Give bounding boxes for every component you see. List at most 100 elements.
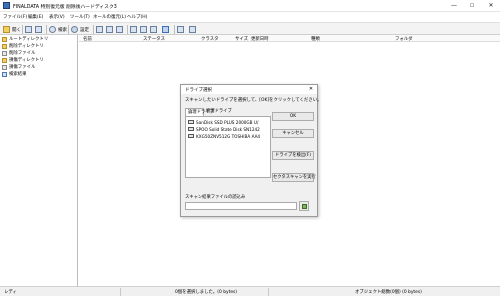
column-size[interactable]: サイズ [235,36,248,42]
status-bar: レディ 0個を選択しました。(0 bytes) オブジェクト総数(0個) (0 … [0,286,500,296]
status-total: オブジェクト総数(0個) (0 bytes) [355,290,422,295]
status-ready: レディ [4,290,17,295]
open-button[interactable]: 開く [3,25,21,34]
file-icon [2,50,7,56]
toolbar-divider [174,25,175,34]
save-icon [25,26,32,33]
list-icon [150,26,157,33]
open-file-icon [302,204,307,209]
menu-recovery[interactable]: ネールの復元(L) [93,14,126,20]
app-icon [3,2,10,9]
drive-tabs: 論理ドライブ 物理ドライブ [185,108,271,116]
column-folder[interactable]: フォルダ [395,36,413,42]
sector-scan-button[interactable]: セクタスキャンを実行 [272,173,316,182]
tree-item-damaged-dirs[interactable]: 損傷ディレクトリ [2,57,44,63]
hard-drive-icon [188,134,194,138]
drive-item[interactable]: KXG50ZNV512G TOSHIBA AA4 [188,133,270,139]
drive-item[interactable]: SPOO Solid State Disk SN1242 [188,126,270,132]
large-icons-button[interactable] [130,25,139,34]
column-status[interactable]: ステータス [143,36,165,42]
copy-button[interactable] [35,25,44,34]
tree-item-deleted-files[interactable]: 削除ファイル [2,50,35,56]
folder-icon [2,57,7,63]
small-icons-button[interactable] [140,25,149,34]
drive-select-dialog: ドライブ選択 ✕ スキャンしたいドライブを選択して、[OK]をクリックしてくださ… [180,84,322,217]
settings-button[interactable]: 設定 [71,25,89,34]
copy-icon [35,26,42,33]
folder-icon [2,36,7,42]
column-name[interactable]: 名前 [83,36,92,42]
search-icon [2,71,7,77]
view-button-3[interactable] [116,25,125,34]
tree-item-label: 削除ディレクトリ [9,44,44,49]
view-button-1[interactable] [96,25,105,34]
dialog-instruction: スキャンしたいドライブを選択して、[OK]をクリックしてください。 [185,98,322,103]
dialog-close-button[interactable]: ✕ [307,86,315,93]
toolbar-divider [46,25,47,34]
minimize-button[interactable]: — [448,2,460,10]
list-view-button[interactable] [150,25,159,34]
tree-item-label: 損傷ディレクトリ [9,58,44,63]
drive-item[interactable]: SanDisk SSD PLUS 2000GB U/ [188,119,270,125]
tree-item-deleted-dirs[interactable]: 削除ディレクトリ [2,43,44,49]
details-view-button[interactable] [162,25,171,34]
hard-drive-icon [188,127,194,131]
folder-icon [2,43,7,49]
network-icon [96,26,103,33]
menu-view[interactable]: 表示(V) [49,14,65,20]
column-cluster[interactable]: クラスタ [201,36,218,42]
load-scan-label: スキャン結果ファイルの読込み [185,195,246,200]
about-icon [189,26,196,33]
column-modified[interactable]: 更新日時 [251,36,269,42]
list-header: 名前 ステータス クラスタ サイズ 更新日時 種類 フォルダ [79,35,500,42]
load-scan-path-input[interactable] [185,202,297,210]
small-icons-icon [140,26,147,33]
tree-item-label: 削除ファイル [9,51,36,56]
tree-item-root[interactable]: ルートディレクトリ [2,36,48,42]
ok-button[interactable]: OK [272,112,314,121]
file-icon [2,64,7,70]
cancel-button[interactable]: キャンセル [272,129,314,138]
tab-logical-drive[interactable]: 論理ドライブ [185,108,214,116]
tree-item-label: 検索結果 [9,72,27,77]
load-scan-button[interactable] [299,201,309,211]
folder-icon [3,26,10,33]
preview-button[interactable] [177,25,186,34]
find-button[interactable]: 検索 [49,25,67,34]
details-icon [162,26,169,33]
status-divider [268,288,269,296]
status-selection: 0個を選択しました。(0 bytes) [175,290,238,295]
title-bar: FINALDATA 特別復元版 削除後ハードディスク3 — ☐ ✕ [0,0,500,12]
drive-label: SanDisk SSD PLUS 2000GB U/ [196,119,259,125]
close-button[interactable]: ✕ [485,2,497,10]
menu-tools[interactable]: ツール(T) [70,14,90,20]
drive-list[interactable]: SanDisk SSD PLUS 2000GB U/ SPOO Solid St… [185,116,271,178]
column-type[interactable]: 種類 [311,36,320,42]
menu-edit[interactable]: 編集(E) [28,14,43,20]
tree-icon [116,26,123,33]
folder-tree: ルートディレクトリ 削除ディレクトリ 削除ファイル 損傷ディレクトリ 損傷ファイ… [0,35,78,286]
tree-item-damaged-files[interactable]: 損傷ファイル [2,64,35,70]
preview-icon [177,26,184,33]
drive-label: KXG50ZNV512G TOSHIBA AA4 [196,133,261,139]
tree-item-search-results[interactable]: 検索結果 [2,71,27,77]
maximize-button[interactable]: ☐ [466,2,478,10]
menu-file[interactable]: ファイル(F) [3,14,27,20]
tab-physical-drive[interactable]: 物理ドライブ [204,108,232,116]
dialog-title-bar: ドライブ選択 ✕ [181,85,317,94]
menu-help[interactable]: ヘルプ(H) [127,14,147,20]
view-button-2[interactable] [106,25,115,34]
toolbar-divider [68,25,69,34]
settings-label: 設定 [80,27,89,33]
toolbar-divider [22,25,23,34]
toolbar: 開く 検索 設定 [0,22,500,35]
detect-drive-button[interactable]: ドライブを検出(F) [272,151,314,160]
gear-icon [71,26,78,33]
dialog-title: ドライブ選択 [185,88,212,93]
save-button[interactable] [25,25,34,34]
drive-label: SPOO Solid State Disk SN1242 [196,126,260,132]
tree-item-label: 損傷ファイル [9,65,36,70]
about-button[interactable] [189,25,198,34]
menu-bar: ファイル(F) 編集(E) 表示(V) ツール(T) ネールの復元(L) ヘルプ… [0,12,500,22]
toolbar-divider [127,25,128,34]
